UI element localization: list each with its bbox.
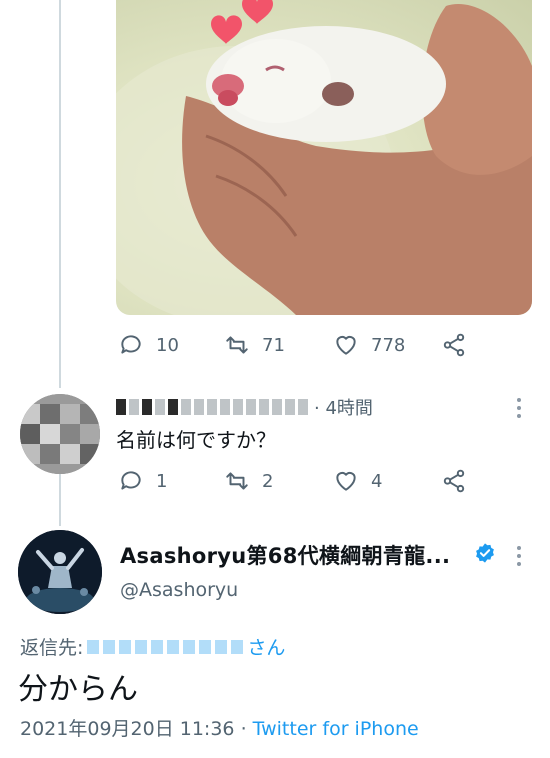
reply-header: · 4時間 — [116, 394, 373, 420]
share-button[interactable] — [441, 332, 467, 358]
reply-more-icon[interactable] — [517, 398, 521, 422]
share-button[interactable] — [441, 468, 467, 494]
replying-to: 返信先: さん — [20, 633, 285, 660]
blurred-mention — [87, 639, 244, 654]
reply-button[interactable]: 10 — [118, 332, 179, 358]
blurred-username[interactable] — [116, 399, 308, 415]
verified-badge-icon — [476, 543, 494, 563]
reply-time[interactable]: · 4時間 — [314, 394, 373, 420]
reply-count: 1 — [156, 470, 168, 492]
replying-to-link[interactable]: さん — [83, 633, 285, 660]
reply-icon — [121, 471, 141, 490]
tweet-more-icon[interactable] — [517, 546, 521, 570]
like-button[interactable]: 778 — [333, 332, 405, 358]
heart-icon — [336, 471, 356, 491]
share-icon — [443, 333, 465, 357]
tweet-text: 分からん — [18, 672, 138, 707]
wrestler-avatar-image — [18, 530, 102, 614]
retweet-count: 71 — [262, 334, 285, 356]
heart-icon — [336, 335, 356, 355]
like-count: 778 — [371, 334, 406, 356]
share-icon — [443, 469, 465, 493]
retweet-button[interactable]: 71 — [224, 332, 285, 358]
reply-avatar[interactable] — [20, 394, 100, 474]
original-tweet-actions: 10 71 778 — [118, 332, 478, 360]
like-button[interactable]: 4 — [333, 468, 382, 494]
retweet-icon — [226, 336, 248, 354]
retweet-icon — [226, 472, 248, 490]
reply-actions: 1 2 4 — [118, 468, 478, 496]
thread-line-middle — [59, 472, 61, 526]
author-avatar[interactable] — [18, 530, 102, 614]
retweet-button[interactable]: 2 — [224, 468, 273, 494]
replying-suffix: さん — [247, 637, 286, 659]
thread-line-top — [59, 0, 61, 388]
meta-separator: · — [240, 718, 247, 740]
blurred-avatar-image — [20, 394, 100, 474]
reply-button[interactable]: 1 — [118, 468, 167, 494]
tweet-meta: 2021年09月20日 11:36 · Twitter for iPhone — [20, 714, 419, 741]
tweet-timestamp[interactable]: 2021年09月20日 11:36 — [20, 718, 235, 740]
reply-text: 名前は何ですか？ — [116, 428, 276, 452]
tweet-source[interactable]: Twitter for iPhone — [253, 718, 419, 740]
reply-count: 10 — [156, 334, 179, 356]
retweet-count: 2 — [262, 470, 274, 492]
tweet-image[interactable] — [116, 0, 532, 315]
like-count: 4 — [371, 470, 383, 492]
reply-icon — [121, 335, 141, 354]
puppy-in-hand-photo — [116, 0, 532, 315]
author-name[interactable]: Asashoryu第68代横綱朝青龍... — [120, 540, 450, 570]
replying-prefix: 返信先: — [20, 637, 84, 659]
author-handle[interactable]: @Asashoryu — [120, 579, 238, 601]
